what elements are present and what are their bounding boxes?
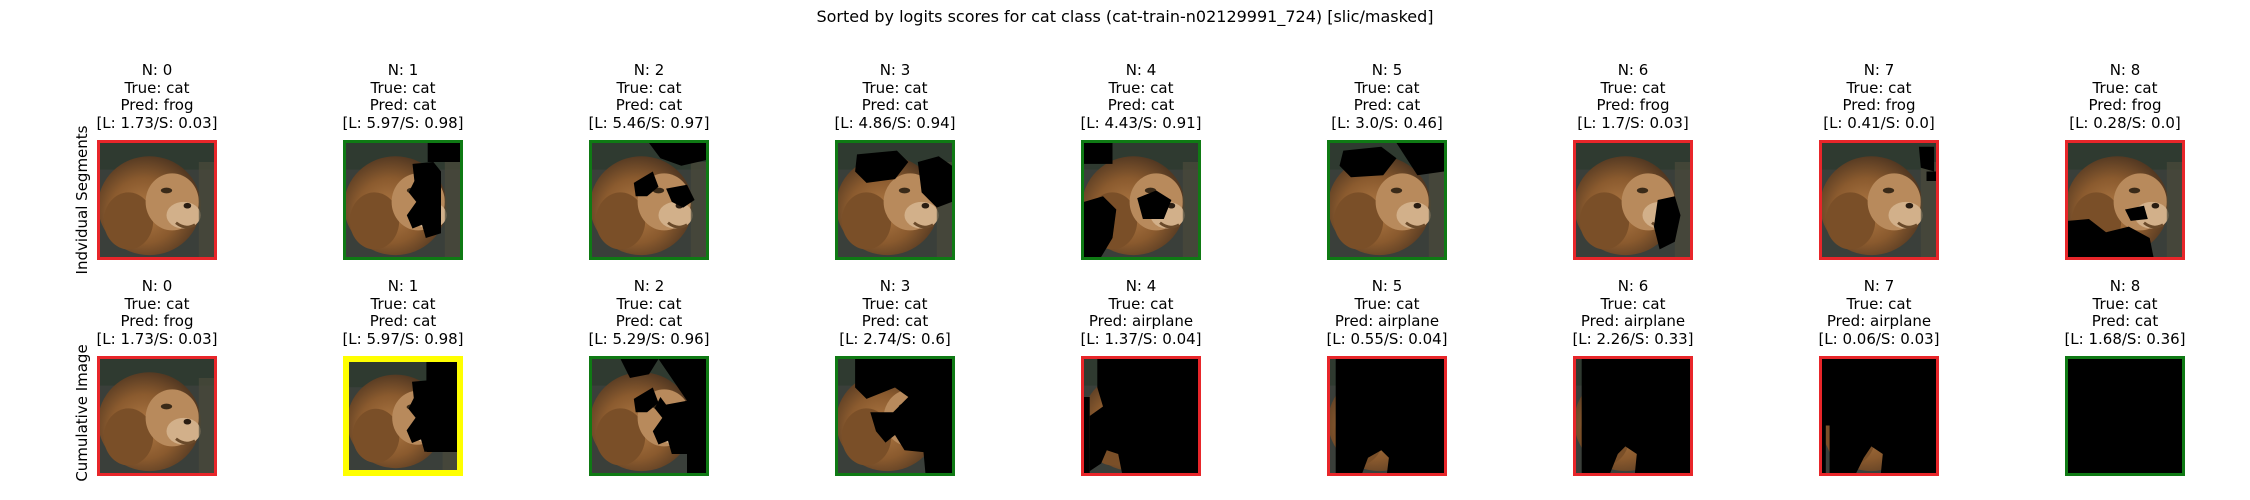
score-label: [L: 1.37/S: 0.04] [1080, 329, 1202, 348]
pred-label: Pred: cat [369, 96, 437, 114]
thumbnail-image [343, 356, 463, 476]
pred-label: Pred: cat [861, 96, 929, 114]
thumbnail-image [1573, 140, 1693, 260]
n-label: N: 7 [1863, 61, 1895, 79]
thumbnail-image [2065, 140, 2185, 260]
n-label: N: 3 [879, 277, 911, 295]
pred-label: Pred: cat [861, 312, 929, 330]
true-label: True: cat [862, 294, 928, 313]
pred-label: Pred: cat [369, 312, 437, 330]
true-label: True: cat [1600, 78, 1666, 97]
thumbnail-image [1081, 356, 1201, 476]
true-label: True: cat [1846, 78, 1912, 97]
pred-label: Pred: airplane [1826, 312, 1932, 330]
n-label: N: 5 [1371, 277, 1403, 295]
pred-label: Pred: frog [2088, 96, 2162, 114]
score-label: [L: 4.86/S: 0.94] [834, 113, 956, 132]
n-label: N: 2 [633, 277, 665, 295]
figure-title: Sorted by logits scores for cat class (c… [816, 7, 1434, 26]
true-label: True: cat [124, 78, 190, 97]
pred-label: Pred: cat [2091, 312, 2159, 330]
thumbnail-image [835, 356, 955, 476]
score-label: [L: 0.06/S: 0.03] [1818, 329, 1940, 348]
score-label: [L: 1.68/S: 0.36] [2064, 329, 2186, 348]
row-label-cumulative: Cumulative Image [73, 344, 91, 482]
n-label: N: 8 [2109, 277, 2141, 295]
n-label: N: 5 [1371, 61, 1403, 79]
true-label: True: cat [1846, 294, 1912, 313]
thumbnail-image [835, 140, 955, 260]
true-label: True: cat [1354, 78, 1420, 97]
n-label: N: 2 [633, 61, 665, 79]
pred-label: Pred: airplane [1334, 312, 1440, 330]
thumbnail-image [589, 356, 709, 476]
n-label: N: 0 [141, 277, 173, 295]
pred-label: Pred: airplane [1088, 312, 1194, 330]
n-label: N: 6 [1617, 277, 1649, 295]
n-label: N: 4 [1125, 61, 1157, 79]
thumbnail-image [1573, 356, 1693, 476]
score-label: [L: 2.26/S: 0.33] [1572, 329, 1694, 348]
thumbnail-image [1327, 140, 1447, 260]
score-label: [L: 0.55/S: 0.04] [1326, 329, 1448, 348]
thumbnail-image [97, 140, 217, 260]
pred-label: Pred: frog [1842, 96, 1916, 114]
n-label: N: 1 [387, 61, 419, 79]
true-label: True: cat [1108, 78, 1174, 97]
score-label: [L: 2.74/S: 0.6] [839, 329, 951, 348]
true-label: True: cat [616, 294, 682, 313]
thumbnail-image [1327, 356, 1447, 476]
n-label: N: 6 [1617, 61, 1649, 79]
n-label: N: 4 [1125, 277, 1157, 295]
pred-label: Pred: cat [1353, 96, 1421, 114]
pred-label: Pred: frog [1596, 96, 1670, 114]
thumbnail-image [589, 140, 709, 260]
score-label: [L: 3.0/S: 0.46] [1331, 113, 1443, 132]
pred-label: Pred: cat [615, 312, 683, 330]
true-label: True: cat [1354, 294, 1420, 313]
true-label: True: cat [370, 78, 436, 97]
thumbnail-image [343, 140, 463, 260]
score-label: [L: 0.28/S: 0.0] [2069, 113, 2181, 132]
score-label: [L: 1.73/S: 0.03] [96, 329, 218, 348]
true-label: True: cat [1600, 294, 1666, 313]
n-label: N: 1 [387, 277, 419, 295]
thumbnail-image [2065, 356, 2185, 476]
pred-label: Pred: airplane [1580, 312, 1686, 330]
score-label: [L: 4.43/S: 0.91] [1080, 113, 1202, 132]
thumbnail-image [1081, 140, 1201, 260]
score-label: [L: 1.7/S: 0.03] [1577, 113, 1689, 132]
pred-label: Pred: cat [615, 96, 683, 114]
true-label: True: cat [616, 78, 682, 97]
n-label: N: 8 [2109, 61, 2141, 79]
pred-label: Pred: cat [1107, 96, 1175, 114]
score-label: [L: 5.46/S: 0.97] [588, 113, 710, 132]
n-label: N: 0 [141, 61, 173, 79]
true-label: True: cat [370, 294, 436, 313]
true-label: True: cat [862, 78, 928, 97]
score-label: [L: 0.41/S: 0.0] [1823, 113, 1935, 132]
pred-label: Pred: frog [120, 96, 194, 114]
row-label-individual: Indvidual Segments [73, 125, 91, 275]
true-label: True: cat [2092, 294, 2158, 313]
pred-label: Pred: frog [120, 312, 194, 330]
n-label: N: 3 [879, 61, 911, 79]
score-label: [L: 5.29/S: 0.96] [588, 329, 710, 348]
true-label: True: cat [124, 294, 190, 313]
score-label: [L: 1.73/S: 0.03] [96, 113, 218, 132]
n-label: N: 7 [1863, 277, 1895, 295]
thumbnail-image [1819, 140, 1939, 260]
score-label: [L: 5.97/S: 0.98] [342, 113, 464, 132]
thumbnail-image [97, 356, 217, 476]
true-label: True: cat [1108, 294, 1174, 313]
score-label: [L: 5.97/S: 0.98] [342, 329, 464, 348]
true-label: True: cat [2092, 78, 2158, 97]
thumbnail-image [1819, 356, 1939, 476]
